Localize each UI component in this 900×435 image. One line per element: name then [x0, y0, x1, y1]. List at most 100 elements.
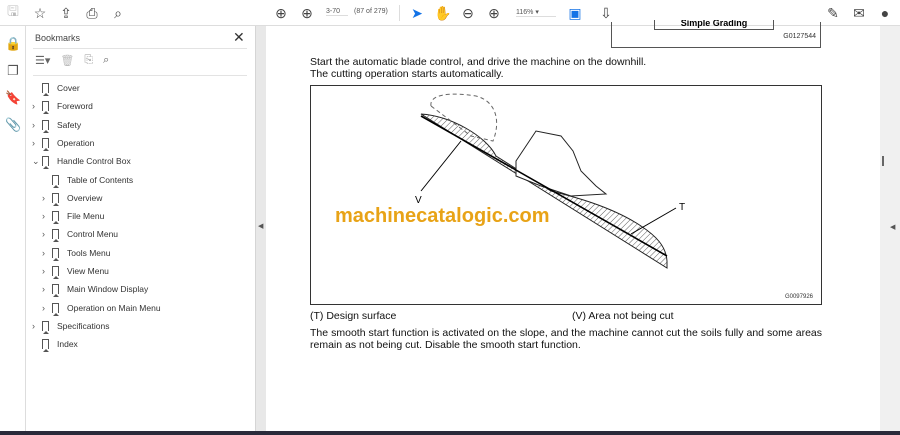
chevron-right-icon[interactable]: › — [32, 321, 42, 331]
panel-collapse-strip[interactable]: ◀ — [255, 26, 266, 431]
bookmarks-title: Bookmarks — [35, 33, 81, 43]
bookmark-item[interactable]: ⌄ Handle Control Box — [32, 153, 131, 170]
close-icon[interactable]: ✕ — [233, 29, 245, 46]
bookmark-icon — [42, 156, 49, 170]
bookmark-search-icon[interactable]: ⌕ — [103, 54, 109, 72]
email-icon[interactable]: ✉ — [850, 4, 868, 22]
cloud-upload-icon[interactable]: ⇪ — [57, 4, 75, 22]
options-menu-icon[interactable]: ☰▾ — [35, 54, 50, 72]
bookmark-item[interactable]: Index — [32, 336, 78, 353]
hand-tool-icon[interactable]: ✋ — [434, 4, 452, 22]
divider — [33, 75, 247, 76]
bookmark-label: Operation — [57, 137, 95, 148]
document-page: Simple Grading G0127544 Start the automa… — [266, 20, 880, 431]
bookmark-item[interactable]: › View Menu — [42, 263, 109, 279]
zoom-select[interactable]: 116% ▾ — [516, 8, 556, 17]
bookmark-item[interactable]: › Main Window Display — [42, 281, 149, 298]
previous-page-icon[interactable]: ⊕ — [272, 4, 290, 22]
bookmark-label: Tools Menu — [67, 247, 111, 258]
bookmark-item[interactable]: › File Menu — [42, 208, 105, 225]
star-icon[interactable]: ☆ — [31, 4, 49, 22]
bookmark-icon — [52, 266, 59, 279]
chevron-right-icon[interactable]: › — [42, 284, 52, 294]
bookmark-label: Index — [57, 339, 78, 350]
chevron-right-icon[interactable]: › — [42, 303, 52, 313]
bookmark-icon — [52, 247, 59, 261]
label-t: T — [679, 202, 685, 213]
bookmark-item[interactable]: Cover — [32, 80, 80, 96]
page-thumbnails-icon[interactable]: ❐ — [5, 63, 21, 79]
bookmark-item[interactable]: › Overview — [42, 190, 102, 206]
search-icon[interactable]: ⌕ — [109, 4, 127, 22]
bookmark-icon — [42, 320, 49, 334]
bookmark-icon — [42, 83, 49, 96]
slope-diagram: V T — [415, 93, 685, 269]
watermark: machinecatalogic.com — [335, 205, 550, 227]
chevron-right-icon[interactable]: › — [42, 229, 52, 239]
sign-icon[interactable]: ✎ — [824, 4, 842, 22]
legend-v: (V) Area not being cut — [572, 310, 674, 322]
bookmark-label: Overview — [67, 192, 103, 203]
bookmark-icon — [42, 119, 49, 133]
chevron-right-icon[interactable]: › — [42, 211, 52, 221]
previous-figure-label: Simple Grading — [654, 20, 774, 30]
vertical-scrollbar[interactable]: ◀ — [880, 26, 900, 431]
expand-icon[interactable]: ◀ — [890, 223, 895, 231]
bookmark-item[interactable]: › Safety — [32, 117, 81, 133]
bookmark-label: Cover — [57, 83, 80, 93]
chevron-right-icon[interactable]: › — [42, 248, 52, 258]
figure-code: G0097926 — [784, 294, 813, 300]
bookmark-icon — [42, 101, 49, 115]
bookmark-item[interactable]: › Specifications — [32, 318, 109, 334]
bookmark-item[interactable]: › Operation — [32, 135, 94, 151]
intro-line-1: Start the automatic blade control, and d… — [310, 56, 647, 68]
bookmark-item[interactable]: › Tools Menu — [42, 245, 110, 261]
page-number-input[interactable]: 3-70 — [326, 8, 348, 16]
bookmark-icon — [52, 229, 59, 243]
label-t-leader — [630, 207, 677, 235]
zoom-value: 116% — [516, 9, 534, 16]
bookmark-icon — [42, 137, 49, 151]
next-page-icon[interactable]: ⊕ — [298, 4, 316, 22]
chevron-right-icon[interactable]: › — [32, 120, 42, 130]
account-icon[interactable]: ● — [876, 4, 894, 22]
bookmark-item[interactable]: › Control Menu — [42, 226, 118, 243]
scroll-mode-icon[interactable]: ⇩ — [597, 4, 615, 22]
bookmark-label: Foreword — [57, 101, 93, 112]
bookmark-item[interactable]: › Operation on Main Menu — [42, 300, 161, 316]
collapse-icon[interactable]: ◀ — [258, 222, 263, 230]
fit-page-icon[interactable]: ▣ — [566, 4, 584, 22]
scroll-thumb[interactable] — [882, 156, 884, 166]
delete-icon[interactable]: 🗑 — [60, 54, 74, 72]
figure-box: V T machinecatalogic.com G0097926 — [310, 85, 822, 305]
intro-line-2: The cutting operation starts automatical… — [310, 68, 504, 80]
zoom-in-icon[interactable]: ⊕ — [485, 4, 503, 22]
select-cursor-icon[interactable]: ➤ — [408, 4, 426, 22]
chevron-right-icon[interactable]: › — [42, 193, 52, 203]
divider — [399, 5, 400, 21]
bookmark-icon — [52, 174, 59, 188]
bookmark-label: Main Window Display — [67, 284, 149, 295]
print-icon[interactable]: ⎙ — [83, 4, 101, 22]
zoom-out-icon[interactable]: ⊖ — [459, 4, 477, 22]
new-bookmark-icon[interactable]: ⎘ — [84, 54, 93, 72]
bookmark-label: File Menu — [67, 211, 105, 222]
chevron-right-icon[interactable]: › — [32, 101, 42, 111]
attachment-icon[interactable]: 📎 — [5, 117, 21, 133]
bookmark-icon[interactable]: 🔖 — [5, 90, 21, 106]
legend-t: (T) Design surface — [310, 310, 397, 322]
bookmark-item[interactable]: Table of Contents — [42, 172, 133, 188]
bookmarks-panel: Bookmarks ✕ ☰▾ 🗑 ⎘ ⌕ Cover › Foreword › Safe… — [27, 26, 255, 431]
chevron-down-icon[interactable]: ⌄ — [32, 156, 42, 167]
bookmark-label: Operation on Main Menu — [67, 302, 161, 313]
chevron-right-icon[interactable]: › — [32, 138, 42, 148]
lock-icon[interactable]: 🔒 — [5, 36, 21, 52]
save-icon[interactable]: 🖫 — [4, 3, 22, 22]
body-line-2: remain as not being cut. Disable the smo… — [310, 339, 581, 351]
bookmark-icon — [42, 339, 49, 353]
chevron-right-icon[interactable]: › — [42, 266, 52, 276]
divider — [33, 48, 247, 49]
bookmark-label: View Menu — [67, 266, 109, 276]
bookmark-item[interactable]: › Foreword — [32, 98, 93, 115]
bookmark-label: Handle Control Box — [57, 156, 131, 167]
